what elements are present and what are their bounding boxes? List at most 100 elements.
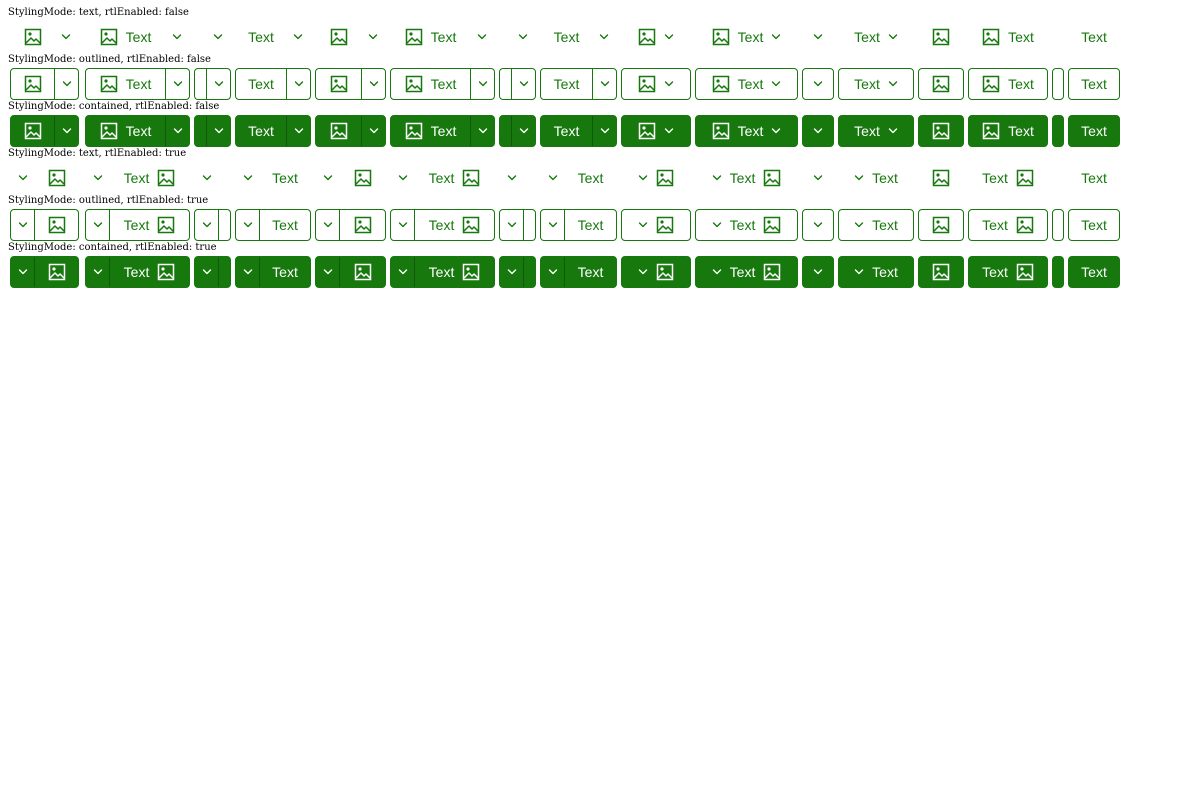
button-action-area[interactable] <box>316 116 361 146</box>
dropdown-button[interactable]: Text <box>968 162 1048 194</box>
split-button[interactable] <box>194 162 231 194</box>
dropdown-button[interactable] <box>1052 68 1064 100</box>
button-action-area[interactable] <box>1053 22 1063 52</box>
button-action-area[interactable] <box>803 210 833 240</box>
dropdown-button[interactable]: Text <box>1068 115 1120 147</box>
dropdown-button[interactable]: Text <box>1068 162 1120 194</box>
button-action-area[interactable]: Text <box>969 69 1047 99</box>
split-button[interactable] <box>194 68 231 100</box>
button-action-area[interactable] <box>803 116 833 146</box>
button-action-area[interactable] <box>195 116 206 146</box>
dropdown-button[interactable]: Text <box>838 209 914 241</box>
button-action-area[interactable]: Text <box>86 69 165 99</box>
button-action-area[interactable]: Text <box>391 22 470 52</box>
button-action-area[interactable] <box>1053 163 1063 193</box>
dropdown-toggle[interactable] <box>236 163 260 193</box>
button-action-area[interactable]: Text <box>969 22 1047 52</box>
split-button[interactable] <box>10 256 79 288</box>
button-action-area[interactable] <box>803 69 833 99</box>
split-button[interactable] <box>10 68 79 100</box>
button-action-area[interactable] <box>1053 69 1063 99</box>
button-action-area[interactable]: Text <box>260 163 310 193</box>
button-action-area[interactable] <box>919 116 963 146</box>
button-action-area[interactable] <box>622 69 690 99</box>
split-button[interactable] <box>194 209 231 241</box>
dropdown-toggle[interactable] <box>165 69 189 99</box>
button-action-area[interactable] <box>919 210 963 240</box>
split-button[interactable] <box>10 115 79 147</box>
button-action-area[interactable] <box>1053 257 1063 287</box>
button-action-area[interactable] <box>622 22 690 52</box>
button-action-area[interactable]: Text <box>839 210 913 240</box>
button-action-area[interactable] <box>919 257 963 287</box>
dropdown-toggle[interactable] <box>511 22 535 52</box>
dropdown-button[interactable]: Text <box>838 115 914 147</box>
split-button[interactable]: Text <box>390 209 495 241</box>
dropdown-button[interactable]: Text <box>695 209 798 241</box>
button-action-area[interactable]: Text <box>839 163 913 193</box>
dropdown-button[interactable] <box>1052 162 1064 194</box>
button-action-area[interactable]: Text <box>696 116 797 146</box>
dropdown-button[interactable] <box>621 68 691 100</box>
dropdown-toggle[interactable] <box>54 69 78 99</box>
button-action-area[interactable]: Text <box>541 116 592 146</box>
dropdown-button[interactable] <box>802 256 834 288</box>
button-action-area[interactable] <box>622 163 690 193</box>
split-button[interactable]: Text <box>85 209 190 241</box>
split-button[interactable]: Text <box>390 162 495 194</box>
button-action-area[interactable] <box>340 257 385 287</box>
split-button[interactable] <box>315 209 386 241</box>
button-action-area[interactable]: Text <box>969 210 1047 240</box>
button-action-area[interactable] <box>524 257 535 287</box>
dropdown-toggle[interactable] <box>86 257 110 287</box>
button-action-area[interactable]: Text <box>565 257 616 287</box>
dropdown-toggle[interactable] <box>316 257 340 287</box>
dropdown-toggle[interactable] <box>511 116 535 146</box>
split-button[interactable] <box>499 256 536 288</box>
dropdown-button[interactable] <box>1052 115 1064 147</box>
button-action-area[interactable] <box>219 210 230 240</box>
button-action-area[interactable] <box>803 22 833 52</box>
split-button[interactable]: Text <box>85 21 190 53</box>
dropdown-toggle[interactable] <box>11 163 35 193</box>
dropdown-button[interactable]: Text <box>695 21 798 53</box>
button-action-area[interactable] <box>622 257 690 287</box>
button-action-area[interactable] <box>219 163 230 193</box>
button-action-area[interactable]: Text <box>415 257 494 287</box>
button-action-area[interactable] <box>195 22 206 52</box>
split-button[interactable]: Text <box>235 256 311 288</box>
dropdown-button[interactable] <box>1052 209 1064 241</box>
button-action-area[interactable] <box>35 210 78 240</box>
dropdown-button[interactable] <box>918 162 964 194</box>
split-button[interactable]: Text <box>540 115 617 147</box>
dropdown-toggle[interactable] <box>11 210 35 240</box>
dropdown-button[interactable] <box>918 209 964 241</box>
split-button[interactable] <box>499 209 536 241</box>
dropdown-button[interactable]: Text <box>1068 21 1120 53</box>
dropdown-button[interactable]: Text <box>838 162 914 194</box>
split-button[interactable]: Text <box>235 21 311 53</box>
split-button[interactable]: Text <box>85 162 190 194</box>
dropdown-button[interactable]: Text <box>1068 68 1120 100</box>
dropdown-button[interactable] <box>802 162 834 194</box>
button-action-area[interactable]: Text <box>415 163 494 193</box>
button-action-area[interactable] <box>622 210 690 240</box>
dropdown-button[interactable]: Text <box>838 256 914 288</box>
button-action-area[interactable]: Text <box>696 163 797 193</box>
split-button[interactable] <box>499 162 536 194</box>
dropdown-button[interactable]: Text <box>1068 209 1120 241</box>
dropdown-button[interactable] <box>621 209 691 241</box>
split-button[interactable]: Text <box>540 68 617 100</box>
button-action-area[interactable]: Text <box>541 69 592 99</box>
button-action-area[interactable]: Text <box>839 69 913 99</box>
dropdown-button[interactable]: Text <box>968 115 1048 147</box>
split-button[interactable]: Text <box>540 209 617 241</box>
button-action-area[interactable] <box>11 22 54 52</box>
split-button[interactable] <box>315 115 386 147</box>
button-action-area[interactable]: Text <box>1069 116 1119 146</box>
dropdown-button[interactable]: Text <box>1068 256 1120 288</box>
button-action-area[interactable] <box>500 116 511 146</box>
dropdown-toggle[interactable] <box>316 210 340 240</box>
split-button[interactable]: Text <box>85 68 190 100</box>
dropdown-button[interactable] <box>621 115 691 147</box>
